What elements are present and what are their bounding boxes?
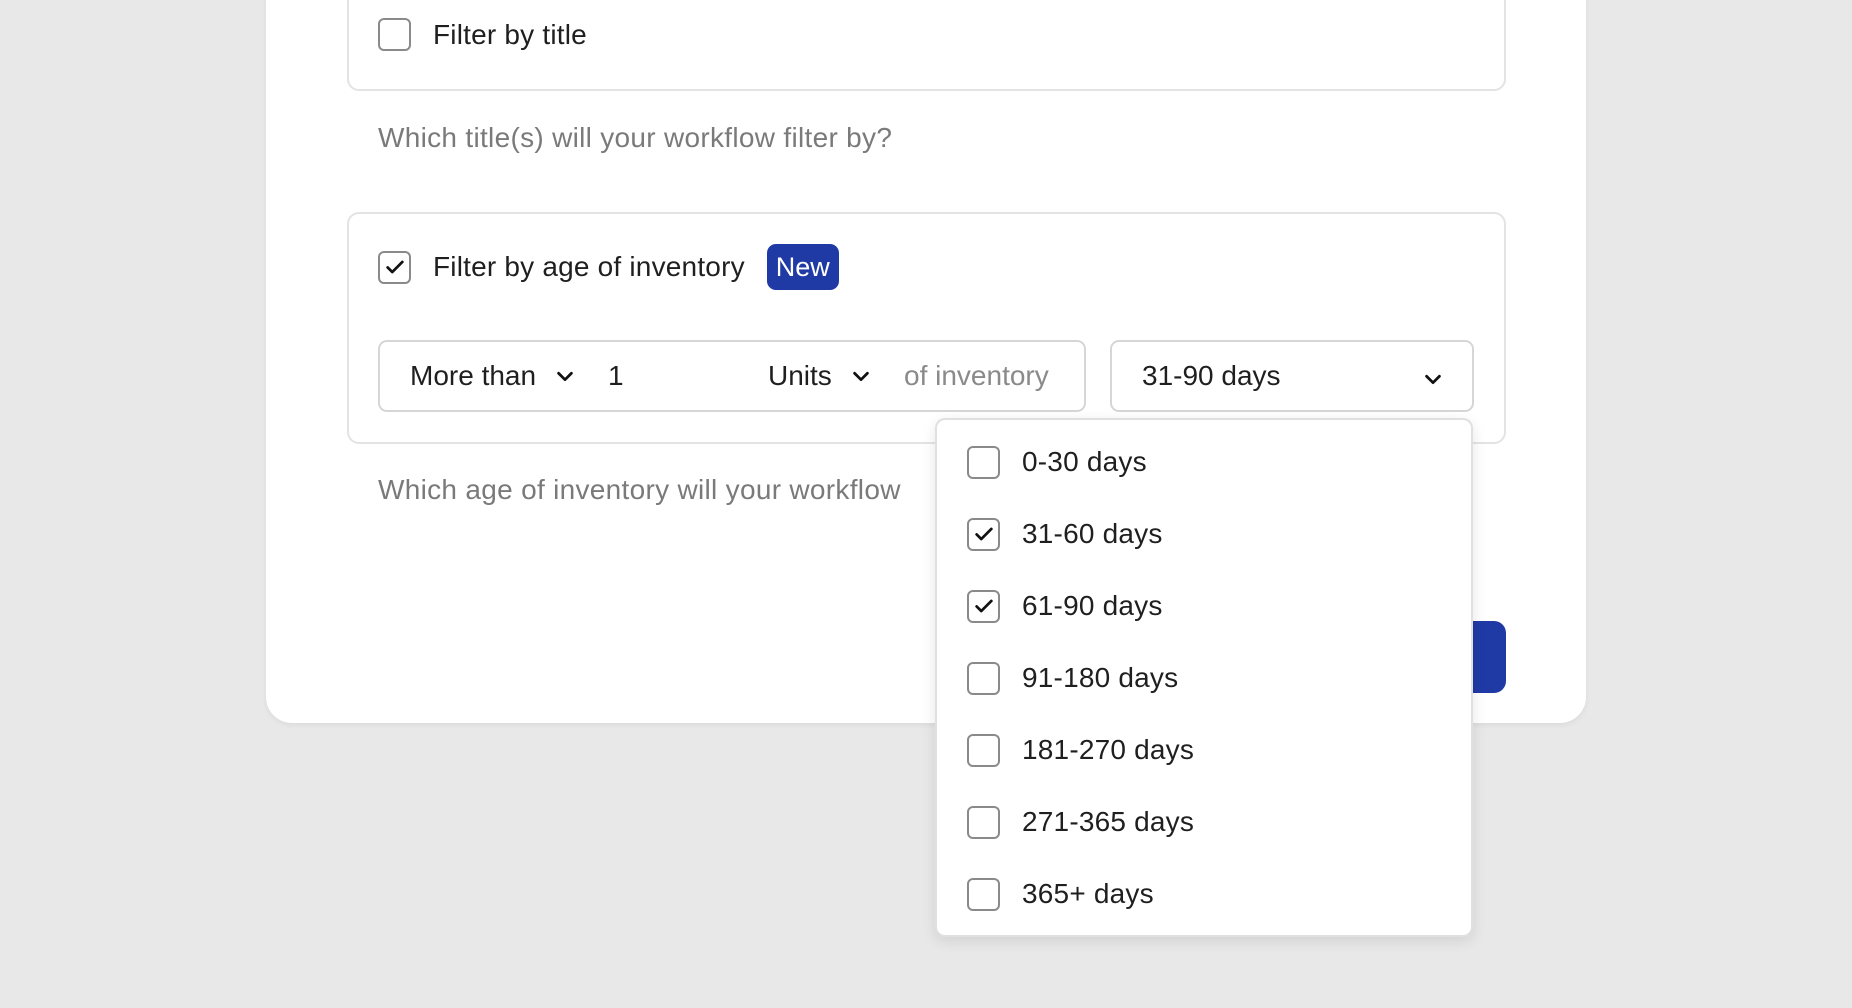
age-option-label: 181-270 days xyxy=(1022,734,1195,765)
checkmark-icon xyxy=(385,260,404,274)
age-option-61-90[interactable]: 61-90 days xyxy=(967,586,1163,626)
title-filter-label: Filter by title xyxy=(433,18,587,50)
chevron-down-icon xyxy=(554,365,576,387)
age-option-91-180[interactable]: 91-180 days xyxy=(967,658,1178,698)
age-option-checkbox[interactable] xyxy=(967,805,1000,839)
age-option-0-30[interactable]: 0-30 days xyxy=(967,442,1147,482)
chevron-down-icon xyxy=(1422,365,1444,397)
age-option-label: 61-90 days xyxy=(1022,590,1163,621)
age-option-271-365[interactable]: 271-365 days xyxy=(967,802,1194,842)
inventory-suffix: of inventory xyxy=(904,360,1049,392)
age-condition-input: More than 1 Units of inventory xyxy=(378,340,1086,412)
age-option-checkbox[interactable] xyxy=(967,517,1000,551)
age-option-label: 365+ days xyxy=(1022,878,1154,909)
title-filter-checkbox[interactable] xyxy=(378,18,411,51)
age-option-checkbox[interactable] xyxy=(967,733,1000,767)
checkmark-icon xyxy=(974,527,993,541)
quantity-input[interactable]: 1 xyxy=(608,360,624,392)
age-range-select[interactable]: 31-90 days xyxy=(1110,340,1474,412)
age-option-checkbox[interactable] xyxy=(967,589,1000,623)
age-option-31-60[interactable]: 31-60 days xyxy=(967,514,1163,554)
comparator-value: More than xyxy=(410,360,537,391)
age-filter-checkbox[interactable] xyxy=(378,250,411,284)
chevron-down-icon xyxy=(850,365,872,387)
age-filter-row[interactable]: Filter by age of inventory New xyxy=(378,244,839,290)
age-filter-hint: Which age of inventory will your workflo… xyxy=(378,474,901,505)
age-filter-label: Filter by age of inventory xyxy=(433,251,745,282)
unit-select[interactable]: Units xyxy=(768,360,872,392)
comparator-select[interactable]: More than xyxy=(410,360,576,392)
age-option-checkbox[interactable] xyxy=(967,661,1000,695)
new-badge: New xyxy=(766,244,839,290)
age-option-label: 91-180 days xyxy=(1022,662,1179,693)
checkmark-icon xyxy=(974,599,993,613)
age-range-dropdown: 0-30 days 31-60 days 61-90 days 91-180 d… xyxy=(935,418,1473,937)
age-option-181-270[interactable]: 181-270 days xyxy=(967,730,1194,770)
inventory-suffix-text: of inventory xyxy=(904,360,1049,391)
age-option-checkbox[interactable] xyxy=(967,877,1000,911)
age-option-label: 271-365 days xyxy=(1022,806,1195,837)
title-filter-hint: Which title(s) will your workflow filter… xyxy=(378,122,893,153)
quantity-value: 1 xyxy=(608,360,624,391)
age-option-label: 31-60 days xyxy=(1022,518,1163,549)
age-option-checkbox[interactable] xyxy=(967,445,1000,479)
unit-value: Units xyxy=(768,360,832,391)
age-option-365-plus[interactable]: 365+ days xyxy=(967,874,1154,914)
title-filter-row[interactable]: Filter by title xyxy=(378,18,587,51)
age-option-label: 0-30 days xyxy=(1022,446,1147,477)
age-range-value: 31-90 days xyxy=(1142,360,1281,391)
